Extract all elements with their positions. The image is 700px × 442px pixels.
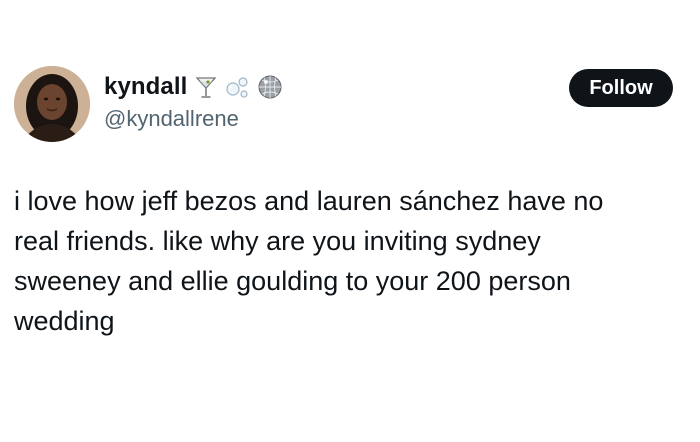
author-handle[interactable]: @kyndallrene: [104, 106, 239, 132]
martini-glass-icon: [193, 74, 219, 100]
author-name-row: kyndall: [104, 72, 283, 102]
tweet-card: kyndall @kyndallrene Follow i love how j…: [0, 0, 700, 442]
avatar[interactable]: [14, 66, 90, 142]
tweet-text: i love how jeff bezos and lauren sánchez…: [14, 186, 604, 336]
avatar-photo: [14, 66, 90, 142]
author-display-name[interactable]: kyndall: [104, 73, 187, 101]
follow-button[interactable]: Follow: [569, 69, 673, 107]
disco-ball-icon: [257, 74, 283, 100]
bubbles-icon: [225, 74, 251, 100]
